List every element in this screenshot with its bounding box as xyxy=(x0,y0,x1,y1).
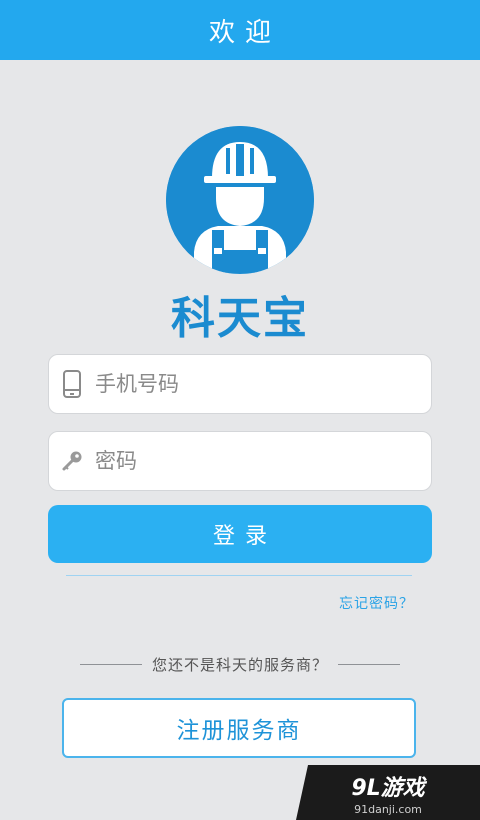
phone-field[interactable] xyxy=(48,354,432,414)
register-prompt-row: 您还不是科天的服务商？ xyxy=(0,652,480,676)
forgot-password-link[interactable]: 忘记密码？ xyxy=(339,593,414,613)
password-input[interactable] xyxy=(95,441,415,481)
title-bar: 欢迎 xyxy=(0,0,480,60)
worker-helmet-logo-icon xyxy=(166,126,314,274)
register-button[interactable]: 注册服务商 xyxy=(62,698,416,758)
phone-input[interactable] xyxy=(95,364,415,404)
key-icon xyxy=(49,432,95,490)
phone-icon xyxy=(49,355,95,413)
register-prompt: 您还不是科天的服务商？ xyxy=(151,655,328,674)
watermark-url: 91danji.com xyxy=(354,802,422,816)
brand-name: 科天宝 xyxy=(171,293,309,344)
page-title: 欢迎 xyxy=(208,17,281,48)
password-field[interactable] xyxy=(48,431,432,491)
watermark-logo-text: 9L游戏 xyxy=(351,775,425,801)
divider-right xyxy=(338,663,400,665)
divider xyxy=(66,575,412,576)
divider-left xyxy=(79,663,142,665)
login-button[interactable]: 登录 xyxy=(48,505,432,563)
watermark: 9L游戏 91danji.com xyxy=(296,765,480,820)
